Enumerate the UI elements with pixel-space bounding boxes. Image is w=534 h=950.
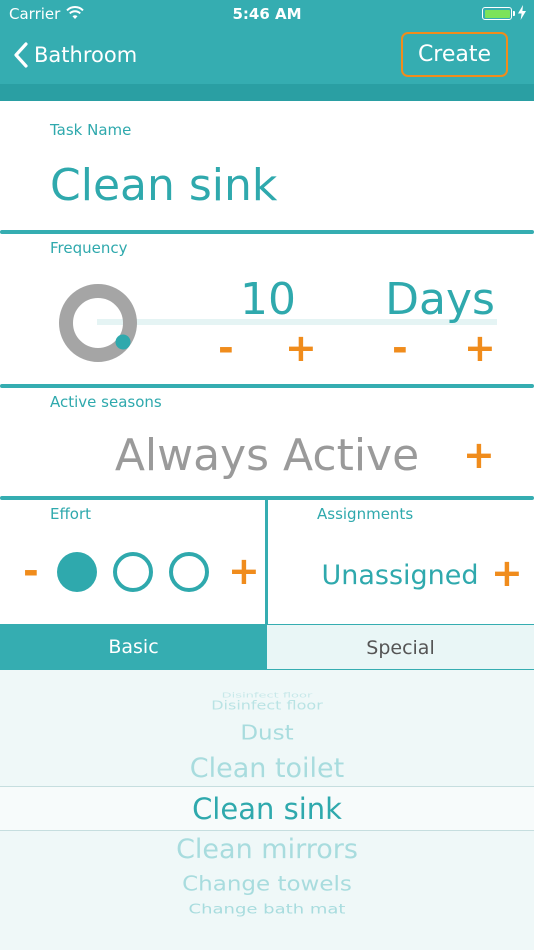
frequency-unit-decrement-button[interactable]: -: [392, 329, 408, 367]
back-button[interactable]: Bathroom: [14, 40, 137, 70]
frequency-number: 10: [240, 274, 296, 325]
effort-dot-1[interactable]: [57, 552, 97, 592]
effort-dot-2[interactable]: [113, 552, 153, 592]
task-picker[interactable]: Disinfect floor Disinfect floor Dust Cle…: [0, 670, 534, 950]
frequency-dial[interactable]: [56, 281, 140, 365]
picker-item[interactable]: Dust: [0, 721, 534, 744]
back-button-label: Bathroom: [34, 43, 138, 67]
clock: 5:46 AM: [232, 5, 302, 23]
frequency-number-increment-button[interactable]: +: [285, 329, 317, 367]
frequency-unit-increment-button[interactable]: +: [464, 329, 496, 367]
tab-special[interactable]: Special: [267, 624, 534, 670]
task-name-field[interactable]: Clean sink: [50, 160, 277, 211]
section-divider: [0, 230, 534, 234]
add-season-button[interactable]: +: [463, 436, 495, 474]
picker-item-selected[interactable]: Clean sink: [0, 792, 534, 826]
charging-bolt-icon: [518, 5, 526, 20]
picker-item[interactable]: Change bath mat: [0, 902, 534, 918]
active-seasons-value: Always Active: [114, 430, 420, 481]
effort-increment-button[interactable]: +: [228, 552, 260, 590]
picker-item[interactable]: Disinfect floor: [0, 698, 534, 712]
picker-item[interactable]: Change towels: [0, 872, 534, 895]
navigation-bar-band: [0, 84, 534, 101]
frequency-number-decrement-button[interactable]: -: [218, 329, 234, 367]
status-bar: Carrier 5:46 AM: [0, 0, 534, 28]
effort-decrement-button[interactable]: -: [23, 552, 39, 590]
assignments-label: Assignments: [317, 505, 414, 523]
add-assignment-button[interactable]: +: [491, 554, 523, 592]
task-type-tabs: Basic Special: [0, 624, 534, 670]
active-seasons-label: Active seasons: [50, 393, 162, 411]
task-name-label: Task Name: [50, 121, 132, 139]
effort-label: Effort: [50, 505, 92, 523]
frequency-unit: Days: [385, 274, 495, 325]
chevron-left-icon: [14, 42, 28, 68]
picker-item[interactable]: Clean mirrors: [0, 834, 534, 865]
navigation-bar: Carrier 5:46 AM Bathroom Create: [0, 0, 534, 101]
battery-icon: [482, 7, 515, 20]
frequency-dial-knob: [115, 334, 131, 350]
assignments-value[interactable]: Unassigned: [300, 560, 500, 591]
column-divider: [265, 500, 268, 624]
frequency-label: Frequency: [50, 239, 128, 257]
section-divider: [0, 384, 534, 388]
picker-item[interactable]: Clean toilet: [0, 753, 534, 784]
tab-basic[interactable]: Basic: [0, 624, 267, 670]
create-button[interactable]: Create: [401, 32, 508, 77]
effort-dot-3[interactable]: [169, 552, 209, 592]
